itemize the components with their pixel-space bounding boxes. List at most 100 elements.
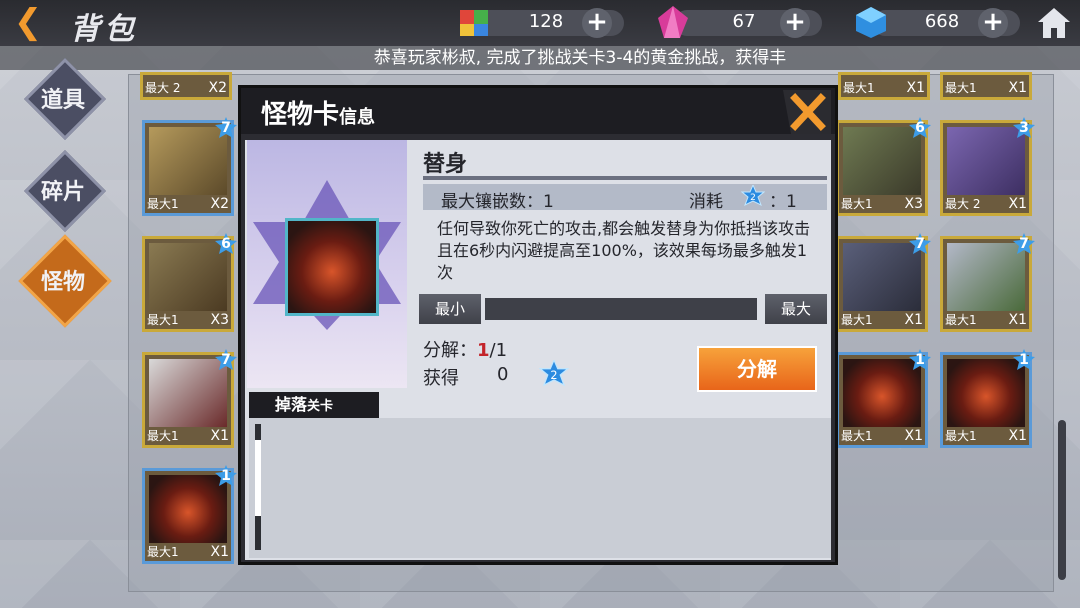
card-name: 替身 (423, 152, 468, 177)
decompose-label: 分解： (423, 340, 477, 361)
close-icon[interactable] (783, 90, 831, 134)
star-badge: 1 (215, 465, 237, 487)
card-max-label: 最大 2 (145, 81, 181, 95)
back-arrow-icon[interactable]: ❮ (6, 5, 50, 40)
gem-number: 2 (550, 369, 557, 382)
decompose-total: /1 (489, 340, 508, 361)
monster-card-info-dialog: 怪物卡信息 替身 最大镶嵌数：1 消耗 2 ：1 任何导致你死亡的攻击,都会触发… (238, 85, 838, 565)
card-max-label: 最大1 (945, 429, 977, 443)
star-badge: 3 (1013, 117, 1035, 139)
star-badge: 7 (1013, 233, 1035, 255)
card-count: X1 (1008, 80, 1028, 96)
tab-monsters[interactable]: 怪物 (18, 234, 112, 328)
blue-star-gem-icon: 2 (741, 185, 765, 207)
drop-stage-list[interactable] (249, 418, 831, 558)
monster-card[interactable]: 6 最大1 X3 (836, 117, 931, 216)
drop-label-sub: 关卡 (307, 399, 334, 414)
card-description: 任何导致你死亡的攻击,都会触发替身为你抵挡该攻击且在6秒内闪避提高至100%，该… (437, 219, 811, 282)
resource-value: 128 (528, 11, 564, 32)
max-inlay-label: 最大镶嵌数：1 (441, 192, 554, 212)
quantity-slider: 最小 最大 (419, 294, 829, 324)
card-count: X3 (210, 312, 230, 328)
announcement-marquee: 恭喜玩家彬叔, 完成了挑战关卡3-4的黄金挑战，获得丰 (0, 46, 1080, 70)
pink-crystal-icon (658, 6, 688, 38)
cost-value: ：1 (769, 192, 797, 212)
decompose-current: 1 (477, 340, 490, 361)
blue-cube-icon (856, 7, 886, 38)
tab-items[interactable]: 道具 (23, 57, 107, 141)
monster-card[interactable]: 7 最大1 X2 (142, 117, 237, 216)
obtain-value: 0 (497, 364, 509, 385)
top-bar: ❮ 背包 128 + 67 + 668 + (0, 0, 1080, 47)
slider-track[interactable] (485, 298, 757, 320)
add-cube-button[interactable]: + (978, 8, 1008, 38)
blue-star-gem-icon: 2 (539, 360, 569, 387)
card-count: X1 (904, 428, 924, 444)
card-max-label: 最大1 (945, 81, 977, 95)
obtain-row: 获得 0 2 (423, 360, 569, 390)
card-max-label: 最大 2 (945, 197, 981, 211)
monster-card[interactable]: 1 最大1 X1 (836, 349, 931, 448)
monster-card[interactable]: 最大1 X1 (940, 72, 1032, 100)
star-badge: 1 (1013, 349, 1035, 371)
monster-card[interactable]: 1 最大1 X1 (940, 349, 1035, 448)
min-button[interactable]: 最小 (419, 294, 481, 324)
card-count: X1 (904, 312, 924, 328)
tab-label: 怪物 (40, 270, 85, 295)
star-badge: 6 (215, 233, 237, 255)
card-max-label: 最大1 (841, 197, 873, 211)
dialog-body: 替身 最大镶嵌数：1 消耗 2 ：1 任何导致你死亡的攻击,都会触发替身为你抵挡… (245, 140, 831, 560)
max-button[interactable]: 最大 (765, 294, 827, 324)
card-count: X2 (208, 80, 228, 96)
star-badge: 7 (909, 233, 931, 255)
page-title: 背包 (70, 12, 138, 47)
card-max-label: 最大1 (945, 313, 977, 327)
resource-value: 67 (732, 11, 756, 32)
add-puzzle-button[interactable]: + (582, 8, 612, 38)
gem-number: 2 (750, 193, 756, 203)
card-count: X2 (210, 196, 230, 212)
home-icon[interactable] (1036, 5, 1072, 41)
dialog-title-main: 怪物卡 (261, 100, 340, 130)
monster-art (285, 218, 379, 316)
stats-row: 最大镶嵌数：1 消耗 2 ：1 (423, 184, 827, 212)
monster-card[interactable]: 7 最大1 X1 (940, 233, 1035, 332)
tab-label: 碎片 (40, 180, 85, 205)
decompose-button[interactable]: 分解 (697, 346, 817, 392)
card-portrait (247, 140, 407, 388)
monster-card[interactable]: 3 最大 2 X1 (940, 117, 1035, 216)
puzzle-icon (460, 10, 488, 36)
tab-label: 道具 (40, 88, 85, 113)
card-max-label: 最大1 (147, 313, 179, 327)
monster-card[interactable]: 最大1 X1 (838, 72, 930, 100)
monster-card[interactable]: 7 最大1 X1 (142, 349, 237, 448)
card-max-label: 最大1 (147, 197, 179, 211)
star-badge: 7 (215, 117, 237, 139)
star-badge: 6 (909, 117, 931, 139)
card-max-label: 最大1 (147, 429, 179, 443)
monster-card[interactable]: 1 最大1 X1 (142, 465, 237, 564)
dialog-title-sub: 信息 (339, 107, 376, 128)
add-crystal-button[interactable]: + (780, 8, 810, 38)
marquee-text: 恭喜玩家彬叔, 完成了挑战关卡3-4的黄金挑战，获得丰 (373, 48, 787, 68)
star-badge: 1 (909, 349, 931, 371)
tab-fragments[interactable]: 碎片 (23, 149, 107, 233)
divider (423, 176, 827, 180)
grid-scrollbar[interactable] (1058, 420, 1066, 580)
card-max-label: 最大1 (841, 429, 873, 443)
drop-list-scroll-thumb[interactable] (255, 440, 261, 516)
monster-card[interactable]: 最大 2 X2 (140, 72, 232, 100)
resource-value: 668 (924, 11, 960, 32)
card-count: X1 (906, 80, 926, 96)
dialog-header: 怪物卡信息 (241, 88, 835, 134)
cost-label: 消耗 (689, 192, 723, 212)
card-count: X1 (1008, 428, 1028, 444)
card-count: X3 (904, 196, 924, 212)
dialog-title: 怪物卡信息 (261, 94, 375, 131)
card-max-label: 最大1 (843, 81, 875, 95)
monster-card[interactable]: 6 最大1 X3 (142, 233, 237, 332)
star-badge: 7 (215, 349, 237, 371)
card-max-label: 最大1 (147, 545, 179, 559)
obtain-label: 获得 (423, 368, 459, 389)
monster-card[interactable]: 7 最大1 X1 (836, 233, 931, 332)
